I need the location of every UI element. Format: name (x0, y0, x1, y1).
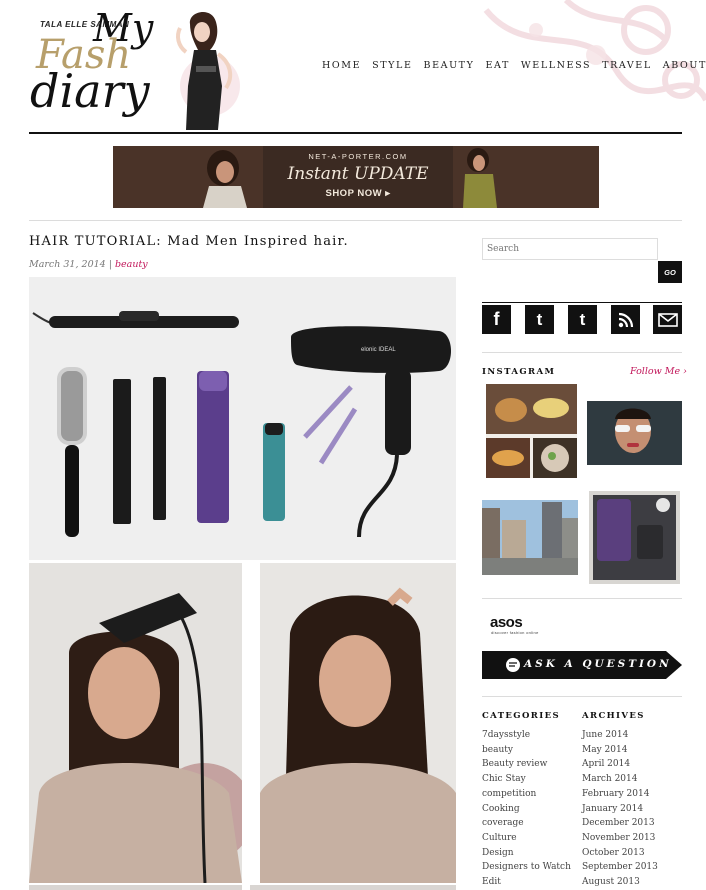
archive-link[interactable]: February 2014 (582, 787, 682, 802)
city-street-illustration (482, 500, 578, 575)
instagram-heading: INSTAGRAM (482, 367, 556, 377)
archives-list: June 2014 May 2014 April 2014 March 2014… (582, 728, 682, 890)
rss-icon[interactable] (611, 305, 640, 334)
post-image-next-partial-2 (250, 885, 456, 890)
facebook-icon[interactable]: f (482, 305, 511, 334)
category-link[interactable]: Design (482, 846, 577, 861)
instagram-follow-link[interactable]: Follow Me › (630, 366, 687, 377)
archive-link[interactable]: May 2014 (582, 743, 682, 758)
lists-top-rule (482, 696, 682, 697)
ask-a-question-button[interactable]: ASK A QUESTION (482, 651, 682, 679)
food-collage-illustration (486, 384, 577, 478)
post-date: March 31, 2014 (29, 259, 106, 270)
nav-item-style[interactable]: STYLE (372, 60, 412, 71)
banner-text: NET-A-PORTER.COM Instant UPDATE SHOP NOW… (263, 152, 453, 199)
categories-list: 7daysstyle beauty Beauty review Chic Sta… (482, 728, 577, 890)
hair-tools-illustration: elonic IDEAL (29, 277, 456, 560)
suitcase-illustration (589, 491, 680, 584)
category-link[interactable]: Culture (482, 831, 577, 846)
woman-teasing-hair-illustration (260, 563, 456, 883)
category-link[interactable]: Cooking (482, 802, 577, 817)
archives-heading: ARCHIVES (582, 711, 645, 721)
banner-brand: NET-A-PORTER.COM (308, 152, 408, 161)
social-top-rule (482, 302, 682, 303)
woman-blow-drying-illustration (29, 563, 242, 883)
main-nav: HOME STYLE BEAUTY EAT WELLNESS TRAVEL AB… (322, 60, 706, 71)
post-category-link[interactable]: beauty (115, 259, 148, 270)
post-meta-separator: | (105, 259, 115, 270)
archive-link[interactable]: December 2013 (582, 816, 682, 831)
archive-link[interactable]: September 2013 (582, 860, 682, 875)
twitter-icon[interactable]: t (525, 305, 554, 334)
logo-text-diary: diary (30, 64, 150, 118)
category-link[interactable]: Edit (482, 875, 577, 890)
net-a-porter-banner-ad[interactable]: NET-A-PORTER.COM Instant UPDATE SHOP NOW… (113, 146, 599, 208)
banner-shop-now[interactable]: SHOP NOW ▸ (263, 188, 453, 199)
category-link[interactable]: coverage (482, 816, 577, 831)
content-divider (29, 220, 682, 221)
archive-link[interactable]: August 2013 (582, 875, 682, 890)
post-meta: March 31, 2014 | beauty (29, 259, 148, 270)
category-link[interactable]: Chic Stay (482, 772, 577, 787)
tumblr-icon[interactable]: t (568, 305, 597, 334)
instagram-photo-2[interactable] (587, 401, 682, 465)
post-image-next-partial (29, 885, 242, 890)
categories-heading: CATEGORIES (482, 711, 561, 721)
post-image-hair-tools[interactable]: elonic IDEAL (29, 277, 456, 560)
nav-item-travel[interactable]: TRAVEL (602, 60, 652, 71)
search-input[interactable] (482, 238, 658, 260)
archive-link[interactable]: April 2014 (582, 757, 682, 772)
post-image-step-1[interactable] (29, 563, 242, 883)
category-link[interactable]: Designers to Watch (482, 860, 577, 875)
banner-headline: Instant UPDATE (287, 164, 429, 184)
nav-item-home[interactable]: HOME (322, 60, 361, 71)
mail-glyph (657, 312, 678, 327)
nav-item-about[interactable]: ABOUT (663, 60, 706, 71)
logo-illustration (176, 11, 240, 130)
instagram-top-rule (482, 352, 682, 353)
archive-link[interactable]: January 2014 (582, 802, 682, 817)
rss-glyph (618, 312, 633, 327)
woman-sunglasses-illustration (587, 401, 682, 465)
instagram-photo-1[interactable] (486, 384, 577, 478)
instagram-photo-3[interactable] (482, 500, 578, 575)
ad-top-rule (482, 598, 682, 599)
instagram-photo-4[interactable] (589, 491, 680, 584)
archive-link[interactable]: March 2014 (582, 772, 682, 787)
post-image-step-2[interactable] (260, 563, 456, 883)
mail-icon[interactable] (653, 305, 682, 334)
nav-item-beauty[interactable]: BEAUTY (424, 60, 475, 71)
asos-logo[interactable]: asos (490, 614, 523, 631)
archive-link[interactable]: October 2013 (582, 846, 682, 861)
nav-item-wellness[interactable]: WELLNESS (521, 60, 591, 71)
category-link[interactable]: competition (482, 787, 577, 802)
header-divider (29, 132, 682, 134)
archive-link[interactable]: November 2013 (582, 831, 682, 846)
category-link[interactable]: Beauty review (482, 757, 577, 772)
search-go-button[interactable]: GO (658, 261, 682, 283)
category-link[interactable]: beauty (482, 743, 577, 758)
category-link[interactable]: 7daysstyle (482, 728, 577, 743)
post-title[interactable]: HAIR TUTORIAL: Mad Men Inspired hair. (29, 234, 349, 249)
dryer-brand-label: elonic IDEAL (361, 347, 396, 353)
site-logo[interactable]: TALA ELLE SAMMAN My Fash diary (28, 6, 258, 130)
ask-a-question-label: ASK A QUESTION (524, 658, 672, 670)
archive-link[interactable]: June 2014 (582, 728, 682, 743)
asos-tagline: discover fashion online (491, 630, 539, 635)
nav-item-eat[interactable]: EAT (486, 60, 510, 71)
